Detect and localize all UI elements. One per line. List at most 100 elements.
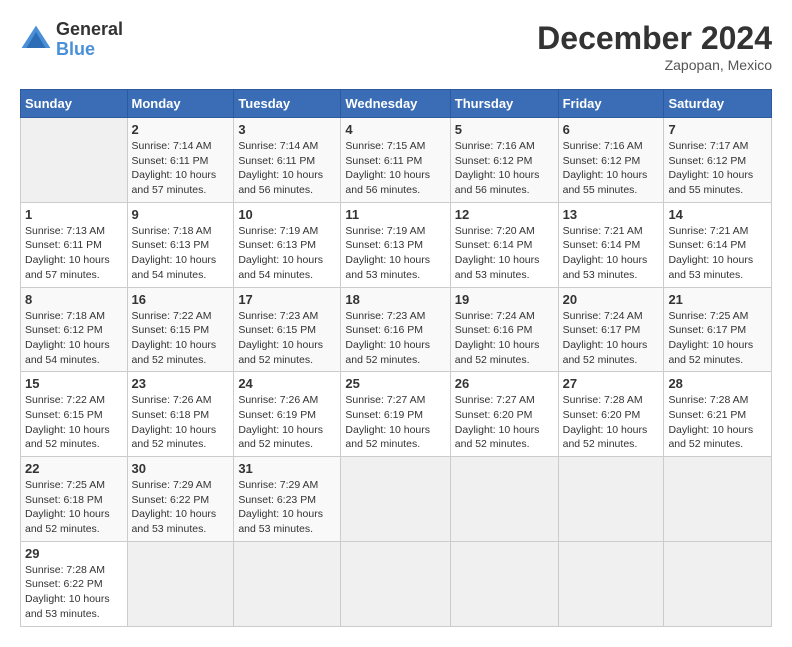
calendar-table: SundayMondayTuesdayWednesdayThursdayFrid… — [20, 89, 772, 627]
day-of-week-header: Tuesday — [234, 90, 341, 118]
day-number: 5 — [455, 122, 554, 137]
day-info: Sunrise: 7:26 AMSunset: 6:19 PMDaylight:… — [238, 393, 336, 452]
calendar-day-cell: 10 Sunrise: 7:19 AMSunset: 6:13 PMDayligh… — [234, 202, 341, 287]
day-number: 12 — [455, 207, 554, 222]
day-of-week-header: Monday — [127, 90, 234, 118]
day-number: 22 — [25, 461, 123, 476]
day-number: 10 — [238, 207, 336, 222]
day-number: 20 — [563, 292, 660, 307]
calendar-day-cell: 16 Sunrise: 7:22 AMSunset: 6:15 PMDayligh… — [127, 287, 234, 372]
day-number: 26 — [455, 376, 554, 391]
logo-blue-text: Blue — [56, 40, 123, 60]
calendar-day-cell: 15Sunrise: 7:22 AMSunset: 6:15 PMDayligh… — [21, 372, 128, 457]
calendar-day-cell: 28 Sunrise: 7:28 AMSunset: 6:21 PMDayligh… — [664, 372, 772, 457]
day-info: Sunrise: 7:28 AMSunset: 6:20 PMDaylight:… — [563, 393, 660, 452]
day-of-week-header: Sunday — [21, 90, 128, 118]
day-number: 2 — [132, 122, 230, 137]
calendar-day-cell: 5Sunrise: 7:16 AMSunset: 6:12 PMDaylight… — [450, 118, 558, 203]
day-info: Sunrise: 7:19 AMSunset: 6:13 PMDaylight:… — [238, 224, 336, 283]
calendar-day-cell: 6Sunrise: 7:16 AMSunset: 6:12 PMDaylight… — [558, 118, 664, 203]
calendar-day-cell: 29Sunrise: 7:28 AMSunset: 6:22 PMDayligh… — [21, 541, 128, 626]
day-info: Sunrise: 7:14 AMSunset: 6:11 PMDaylight:… — [132, 139, 230, 198]
calendar-day-cell: 25Sunrise: 7:27 AMSunset: 6:19 PMDayligh… — [341, 372, 450, 457]
day-number: 16 — [132, 292, 230, 307]
logo: General Blue — [20, 20, 123, 60]
day-number: 17 — [238, 292, 336, 307]
day-number: 9 — [132, 207, 230, 222]
day-number: 23 — [132, 376, 230, 391]
day-info: Sunrise: 7:24 AMSunset: 6:16 PMDaylight:… — [455, 309, 554, 368]
day-info: Sunrise: 7:27 AMSunset: 6:19 PMDaylight:… — [345, 393, 445, 452]
calendar-day-cell: 21 Sunrise: 7:25 AMSunset: 6:17 PMDayligh… — [664, 287, 772, 372]
day-info: Sunrise: 7:22 AMSunset: 6:15 PMDaylight:… — [132, 309, 230, 368]
day-number: 13 — [563, 207, 660, 222]
day-info: Sunrise: 7:29 AMSunset: 6:22 PMDaylight:… — [132, 478, 230, 537]
calendar-day-cell: 1 Sunrise: 7:13 AMSunset: 6:11 PMDaylight… — [21, 202, 128, 287]
day-info: Sunrise: 7:25 AMSunset: 6:18 PMDaylight:… — [25, 478, 123, 537]
calendar-day-cell — [664, 541, 772, 626]
location-text: Zapopan, Mexico — [537, 57, 772, 73]
day-info: Sunrise: 7:17 AMSunset: 6:12 PMDaylight:… — [668, 139, 767, 198]
day-info: Sunrise: 7:21 AMSunset: 6:14 PMDaylight:… — [668, 224, 767, 283]
day-info: Sunrise: 7:14 AMSunset: 6:11 PMDaylight:… — [238, 139, 336, 198]
day-of-week-header: Thursday — [450, 90, 558, 118]
logo-general-text: General — [56, 20, 123, 40]
calendar-week-row: 29Sunrise: 7:28 AMSunset: 6:22 PMDayligh… — [21, 541, 772, 626]
calendar-day-cell — [127, 541, 234, 626]
calendar-day-cell: 3Sunrise: 7:14 AMSunset: 6:11 PMDaylight… — [234, 118, 341, 203]
page-header: General Blue December 2024 Zapopan, Mexi… — [20, 20, 772, 73]
calendar-day-cell: 13 Sunrise: 7:21 AMSunset: 6:14 PMDayligh… — [558, 202, 664, 287]
day-number: 24 — [238, 376, 336, 391]
day-number: 15 — [25, 376, 123, 391]
calendar-week-row: 1 Sunrise: 7:13 AMSunset: 6:11 PMDaylight… — [21, 202, 772, 287]
calendar-day-cell: 11 Sunrise: 7:19 AMSunset: 6:13 PMDayligh… — [341, 202, 450, 287]
day-number: 4 — [345, 122, 445, 137]
calendar-day-cell: 7Sunrise: 7:17 AMSunset: 6:12 PMDaylight… — [664, 118, 772, 203]
calendar-day-cell: 14 Sunrise: 7:21 AMSunset: 6:14 PMDayligh… — [664, 202, 772, 287]
calendar-week-row: 15Sunrise: 7:22 AMSunset: 6:15 PMDayligh… — [21, 372, 772, 457]
calendar-day-cell: 19 Sunrise: 7:24 AMSunset: 6:16 PMDayligh… — [450, 287, 558, 372]
day-info: Sunrise: 7:19 AMSunset: 6:13 PMDaylight:… — [345, 224, 445, 283]
calendar-day-cell: 4 Sunrise: 7:15 AMSunset: 6:11 PMDaylight… — [341, 118, 450, 203]
day-info: Sunrise: 7:16 AMSunset: 6:12 PMDaylight:… — [563, 139, 660, 198]
calendar-day-cell: 20Sunrise: 7:24 AMSunset: 6:17 PMDayligh… — [558, 287, 664, 372]
calendar-day-cell: 26 Sunrise: 7:27 AMSunset: 6:20 PMDayligh… — [450, 372, 558, 457]
day-number: 31 — [238, 461, 336, 476]
calendar-day-cell: 18 Sunrise: 7:23 AMSunset: 6:16 PMDayligh… — [341, 287, 450, 372]
calendar-day-cell — [450, 457, 558, 542]
day-info: Sunrise: 7:13 AMSunset: 6:11 PMDaylight:… — [25, 224, 123, 283]
day-info: Sunrise: 7:15 AMSunset: 6:11 PMDaylight:… — [345, 139, 445, 198]
day-number: 14 — [668, 207, 767, 222]
day-number: 19 — [455, 292, 554, 307]
day-info: Sunrise: 7:28 AMSunset: 6:22 PMDaylight:… — [25, 563, 123, 622]
calendar-day-cell — [558, 457, 664, 542]
day-info: Sunrise: 7:20 AMSunset: 6:14 PMDaylight:… — [455, 224, 554, 283]
day-info: Sunrise: 7:27 AMSunset: 6:20 PMDaylight:… — [455, 393, 554, 452]
calendar-day-cell: 24 Sunrise: 7:26 AMSunset: 6:19 PMDayligh… — [234, 372, 341, 457]
calendar-day-cell — [234, 541, 341, 626]
day-number: 11 — [345, 207, 445, 222]
calendar-day-cell — [664, 457, 772, 542]
day-info: Sunrise: 7:18 AMSunset: 6:13 PMDaylight:… — [132, 224, 230, 283]
day-info: Sunrise: 7:29 AMSunset: 6:23 PMDaylight:… — [238, 478, 336, 537]
day-number: 21 — [668, 292, 767, 307]
day-info: Sunrise: 7:21 AMSunset: 6:14 PMDaylight:… — [563, 224, 660, 283]
calendar-day-cell: 31 Sunrise: 7:29 AMSunset: 6:23 PMDayligh… — [234, 457, 341, 542]
day-number: 28 — [668, 376, 767, 391]
day-info: Sunrise: 7:28 AMSunset: 6:21 PMDaylight:… — [668, 393, 767, 452]
calendar-week-row: 2 Sunrise: 7:14 AMSunset: 6:11 PMDaylight… — [21, 118, 772, 203]
day-of-week-header: Saturday — [664, 90, 772, 118]
calendar-day-cell: 2 Sunrise: 7:14 AMSunset: 6:11 PMDaylight… — [127, 118, 234, 203]
logo-icon — [20, 24, 52, 56]
day-info: Sunrise: 7:18 AMSunset: 6:12 PMDaylight:… — [25, 309, 123, 368]
calendar-day-cell: 9 Sunrise: 7:18 AMSunset: 6:13 PMDaylight… — [127, 202, 234, 287]
day-info: Sunrise: 7:25 AMSunset: 6:17 PMDaylight:… — [668, 309, 767, 368]
day-info: Sunrise: 7:23 AMSunset: 6:15 PMDaylight:… — [238, 309, 336, 368]
calendar-day-cell: 22 Sunrise: 7:25 AMSunset: 6:18 PMDayligh… — [21, 457, 128, 542]
day-info: Sunrise: 7:23 AMSunset: 6:16 PMDaylight:… — [345, 309, 445, 368]
day-number: 1 — [25, 207, 123, 222]
calendar-week-row: 22 Sunrise: 7:25 AMSunset: 6:18 PMDayligh… — [21, 457, 772, 542]
day-number: 18 — [345, 292, 445, 307]
calendar-day-cell: 23Sunrise: 7:26 AMSunset: 6:18 PMDayligh… — [127, 372, 234, 457]
title-section: December 2024 Zapopan, Mexico — [537, 20, 772, 73]
